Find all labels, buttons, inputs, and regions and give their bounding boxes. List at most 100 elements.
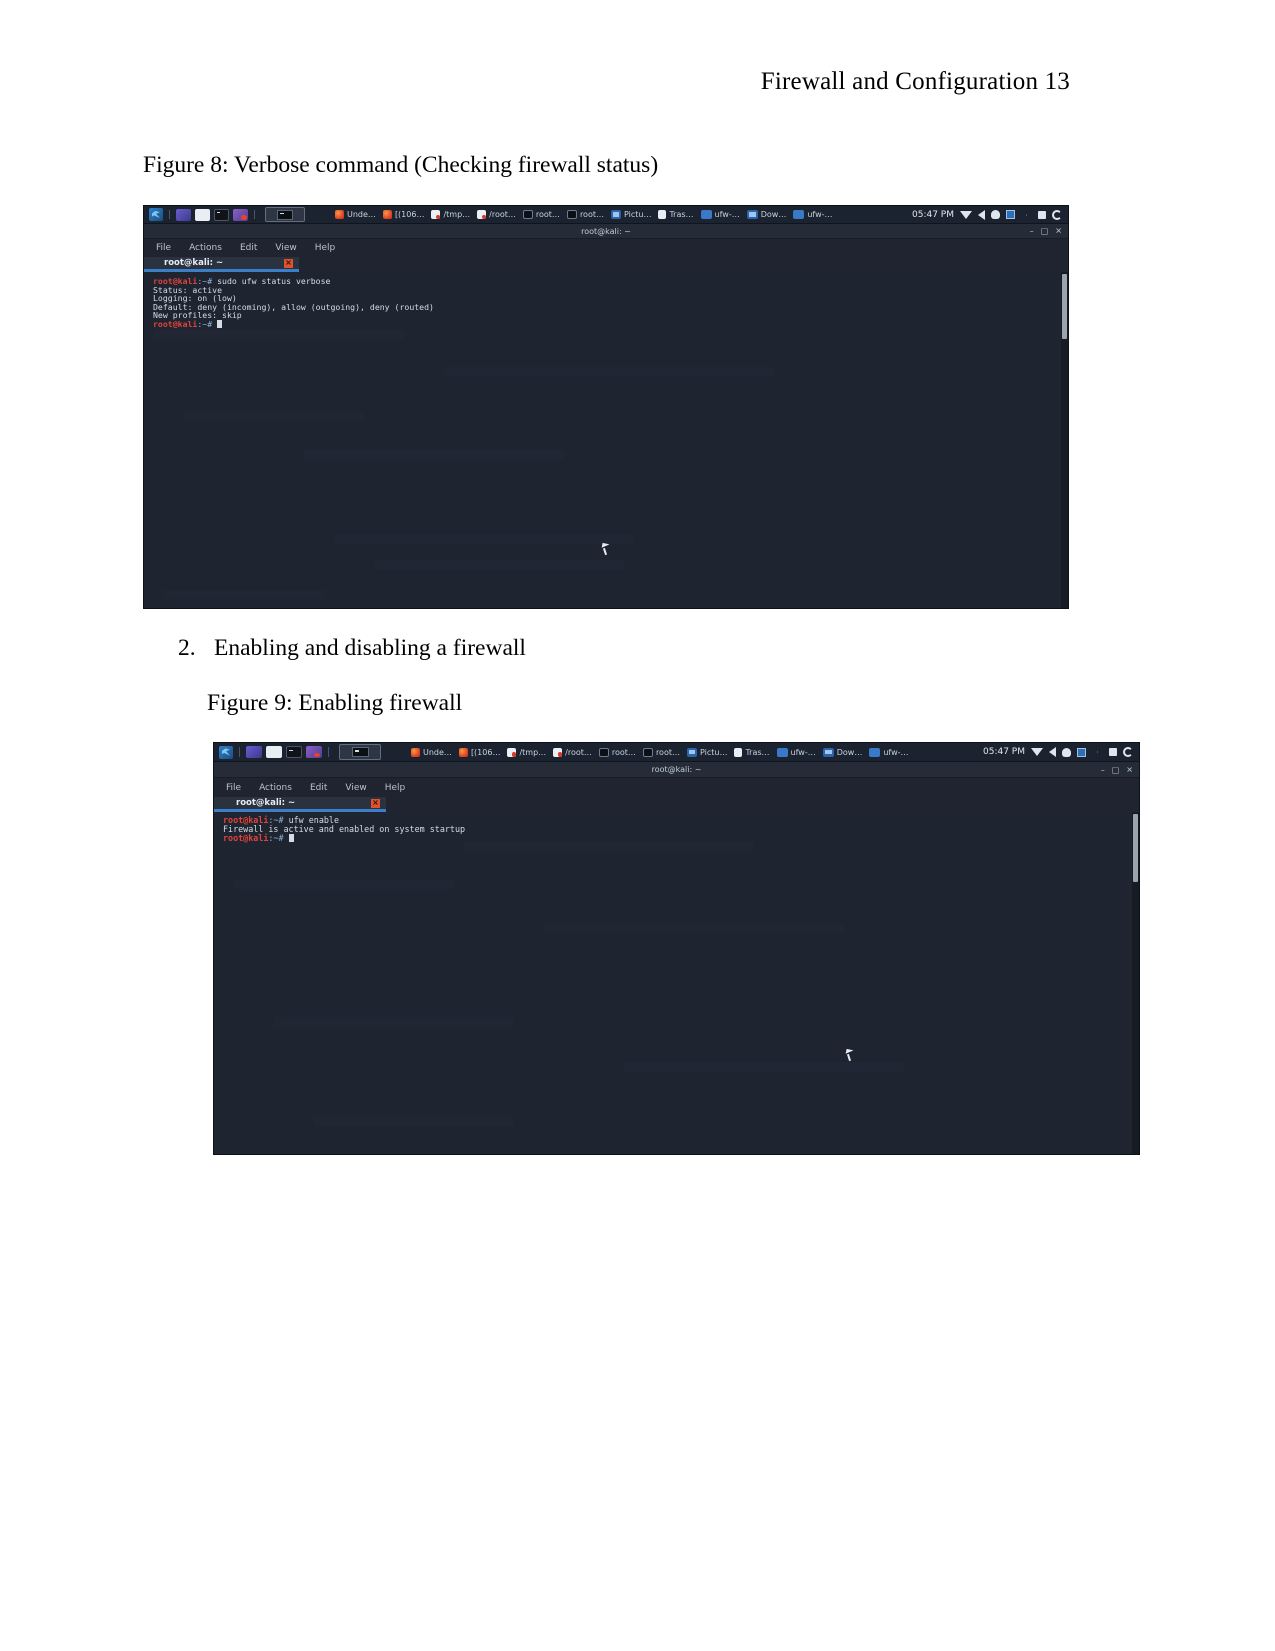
tab-bar[interactable]: root@kali: ~ × bbox=[214, 797, 1139, 812]
terminal-body[interactable]: root@kali:~# ufw enable Firewall is acti… bbox=[214, 812, 1139, 1154]
window-titlebar[interactable]: root@kali: ~ – □ ✕ bbox=[214, 762, 1139, 778]
taskbar-window-item[interactable]: Dow… bbox=[822, 747, 862, 757]
notification-bell-icon[interactable] bbox=[1062, 747, 1071, 757]
menu-item-help[interactable]: Help bbox=[315, 243, 336, 253]
lock-icon[interactable] bbox=[1038, 210, 1046, 219]
taskbar-window-item[interactable]: /tmp… bbox=[507, 747, 546, 757]
terminal-body[interactable]: root@kali:~# sudo ufw status verbose Sta… bbox=[144, 272, 1068, 608]
taskbar-window-item[interactable]: Pictu… bbox=[610, 210, 652, 219]
taskbar-window-item[interactable]: /root… bbox=[553, 747, 592, 757]
taskbar-window-item[interactable]: /tmp… bbox=[431, 210, 470, 219]
taskbar-window-item[interactable]: Unde… bbox=[335, 210, 376, 219]
kali-menu-icon[interactable] bbox=[219, 745, 233, 759]
taskbar-window-item[interactable]: [(106… bbox=[458, 747, 500, 757]
window-controls[interactable]: – □ ✕ bbox=[1030, 227, 1062, 236]
terminal-icon[interactable] bbox=[286, 746, 302, 758]
decorative-artifact bbox=[184, 412, 364, 421]
decorative-artifact bbox=[234, 880, 454, 889]
taskbar-window-item[interactable]: root… bbox=[642, 747, 680, 757]
taskbar-window-list[interactable]: Unde… [(106… /tmp… /root… root… root… Pi… bbox=[335, 210, 912, 219]
tab-close-icon[interactable]: × bbox=[284, 258, 293, 268]
tab-bar[interactable]: root@kali: ~ × bbox=[144, 257, 1068, 272]
window-controls[interactable]: – □ ✕ bbox=[1101, 765, 1133, 774]
files-icon[interactable] bbox=[266, 746, 282, 758]
menu-item-file[interactable]: File bbox=[226, 783, 241, 793]
figure-8-screenshot: Unde… [(106… /tmp… /root… root… root… Pi… bbox=[143, 205, 1069, 609]
taskbar-window-item[interactable]: /root… bbox=[477, 210, 516, 219]
taskbar-window-label: /root… bbox=[565, 747, 592, 757]
network-icon[interactable] bbox=[1031, 748, 1043, 756]
taskbar[interactable]: Unde… [(106… /tmp… /root… root… root… Pi… bbox=[214, 743, 1139, 762]
system-tray[interactable]: 05:47 PM bbox=[912, 209, 1065, 220]
clipboard-icon[interactable] bbox=[1006, 210, 1015, 219]
taskbar-window-item[interactable]: ufw-… bbox=[776, 747, 816, 757]
taskbar-window-item[interactable]: root… bbox=[598, 747, 636, 757]
kali-menu-icon[interactable] bbox=[149, 208, 163, 221]
taskbar-window-item[interactable]: root… bbox=[522, 210, 560, 219]
files-icon[interactable] bbox=[195, 208, 210, 221]
taskbar-window-item[interactable]: root… bbox=[566, 210, 604, 219]
network-icon[interactable] bbox=[960, 210, 972, 219]
menu-item-help[interactable]: Help bbox=[385, 783, 406, 793]
divider bbox=[254, 210, 255, 219]
maximize-button[interactable]: □ bbox=[1112, 765, 1120, 774]
taskbar-window-item[interactable]: Dow… bbox=[746, 210, 786, 219]
taskbar-window-item[interactable]: ufw-… bbox=[793, 210, 833, 219]
browser-icon[interactable] bbox=[306, 746, 322, 758]
divider bbox=[169, 210, 170, 219]
workspace-switcher-icon[interactable] bbox=[246, 746, 262, 758]
list-item-2-text: Enabling and disabling a firewall bbox=[214, 635, 526, 661]
volume-icon[interactable] bbox=[1049, 747, 1056, 757]
clock[interactable]: 05:47 PM bbox=[912, 210, 954, 220]
power-icon[interactable] bbox=[1052, 209, 1062, 220]
menu-item-view[interactable]: View bbox=[275, 243, 296, 253]
maximize-button[interactable]: □ bbox=[1041, 227, 1049, 236]
clipboard-icon[interactable] bbox=[1077, 747, 1086, 757]
menu-item-edit[interactable]: Edit bbox=[240, 243, 257, 253]
active-task-button[interactable] bbox=[339, 744, 381, 760]
taskbar-window-item[interactable]: [(106… bbox=[382, 210, 424, 219]
taskbar-window-item[interactable]: Tras… bbox=[658, 210, 694, 219]
taskbar-window-item[interactable]: Tras… bbox=[734, 747, 770, 757]
menu-item-file[interactable]: File bbox=[156, 243, 171, 253]
window-title: root@kali: ~ bbox=[581, 226, 631, 236]
clock[interactable]: 05:47 PM bbox=[983, 747, 1025, 757]
volume-icon[interactable] bbox=[978, 209, 985, 220]
system-tray[interactable]: 05:47 PM bbox=[983, 747, 1136, 757]
terminal-icon[interactable] bbox=[214, 208, 229, 221]
taskbar-window-item[interactable]: ufw-… bbox=[700, 210, 740, 219]
menu-item-view[interactable]: View bbox=[345, 783, 366, 793]
taskbar-window-item[interactable]: Unde… bbox=[411, 747, 452, 757]
workspace-switcher-icon[interactable] bbox=[176, 208, 191, 221]
figure-9-caption: Figure 9: Enabling firewall bbox=[207, 690, 463, 716]
power-icon[interactable] bbox=[1123, 747, 1133, 757]
menubar[interactable]: File Actions Edit View Help bbox=[214, 778, 1139, 797]
taskbar[interactable]: Unde… [(106… /tmp… /root… root… root… Pi… bbox=[144, 206, 1068, 224]
lock-icon[interactable] bbox=[1109, 748, 1117, 756]
close-button[interactable]: ✕ bbox=[1055, 227, 1062, 236]
window-titlebar[interactable]: root@kali: ~ – □ ✕ bbox=[144, 224, 1068, 239]
menu-item-actions[interactable]: Actions bbox=[189, 243, 222, 253]
tab-close-icon[interactable]: × bbox=[371, 798, 380, 808]
notification-bell-icon[interactable] bbox=[991, 210, 1000, 219]
active-task-button[interactable] bbox=[265, 207, 305, 222]
document-icon bbox=[477, 210, 487, 219]
taskbar-launchers[interactable] bbox=[217, 744, 387, 760]
menu-item-edit[interactable]: Edit bbox=[310, 783, 327, 793]
terminal-command: sudo ufw status verbose bbox=[217, 276, 331, 286]
taskbar-window-item[interactable]: ufw-… bbox=[869, 747, 909, 757]
minimize-button[interactable]: – bbox=[1030, 227, 1034, 236]
close-button[interactable]: ✕ bbox=[1126, 765, 1133, 774]
taskbar-window-list[interactable]: Unde… [(106… /tmp… /root… root… root… Pi… bbox=[411, 747, 983, 757]
menu-item-actions[interactable]: Actions bbox=[259, 783, 292, 793]
scrollbar-thumb[interactable] bbox=[1133, 814, 1138, 882]
terminal-icon bbox=[522, 210, 533, 219]
menubar[interactable]: File Actions Edit View Help bbox=[144, 239, 1068, 257]
taskbar-window-label: root… bbox=[579, 210, 604, 219]
taskbar-window-item[interactable]: Pictu… bbox=[686, 747, 727, 757]
taskbar-launchers[interactable] bbox=[147, 207, 311, 222]
browser-icon[interactable] bbox=[233, 208, 248, 221]
taskbar-window-label: Pictu… bbox=[623, 210, 652, 219]
scrollbar-thumb[interactable] bbox=[1062, 274, 1067, 339]
minimize-button[interactable]: – bbox=[1101, 765, 1105, 774]
